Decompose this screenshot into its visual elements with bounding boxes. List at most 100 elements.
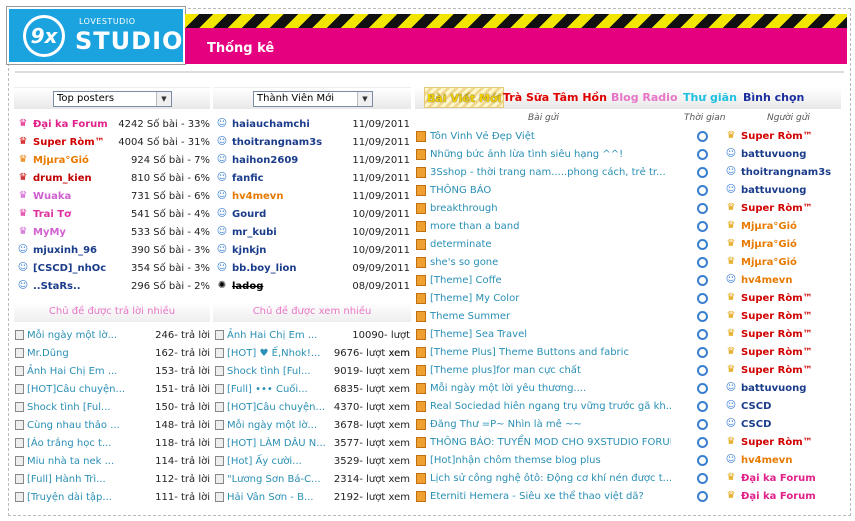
author-name[interactable]: Super Ròm™: [741, 203, 813, 214]
clock-icon[interactable]: [697, 275, 708, 286]
author-name[interactable]: CSCD: [741, 419, 771, 430]
post-title[interactable]: THÔNG BÁO: [430, 185, 491, 196]
member-row[interactable]: ☺ mr_kubi: [215, 224, 350, 242]
post-title[interactable]: [Theme] My Color: [430, 293, 519, 304]
replied-topic[interactable]: [Full] Hành Trì...: [27, 474, 106, 485]
post-row[interactable]: Eterniti Hemera - Siêu xe thể thao việt …: [416, 488, 671, 506]
member-name[interactable]: Gourd: [232, 209, 266, 220]
poster-name[interactable]: [CSCD]_nhOc: [33, 263, 106, 274]
member-name[interactable]: bb.boy_lion: [232, 263, 297, 274]
replied-row[interactable]: [Truyện dài tập...: [15, 489, 155, 507]
viewed-topic[interactable]: [HOT]Câu chuyện...: [227, 402, 325, 413]
viewed-row[interactable]: [HOT] LÀM DÂU N...: [215, 435, 330, 453]
post-author[interactable]: ♛ Đại ka Forum: [724, 470, 842, 488]
replied-topic[interactable]: Miu nhà ta nek ...: [27, 456, 114, 467]
member-name[interactable]: haihon2609: [232, 155, 298, 166]
replied-topic[interactable]: Ảnh Hai Chị Em ...: [27, 366, 117, 377]
author-name[interactable]: thoitrangnam3s: [741, 167, 831, 178]
post-row[interactable]: [Theme plus]for man cực chất: [416, 362, 671, 380]
post-title[interactable]: Eterniti Hemera - Siêu xe thể thao việt …: [430, 491, 644, 502]
member-name[interactable]: haiauchamchi: [232, 119, 310, 130]
member-row[interactable]: ☺ hv4mevn: [215, 188, 350, 206]
post-title[interactable]: Theme Summer: [430, 311, 510, 322]
tab-item[interactable]: Trà Sữa Tâm Hồn: [503, 87, 607, 109]
member-row[interactable]: ☺ fanfic: [215, 170, 350, 188]
replied-row[interactable]: [Full] Hành Trì...: [15, 471, 155, 489]
viewed-topic[interactable]: Ảnh Hai Chị Em ...: [227, 330, 317, 341]
post-title[interactable]: [Hot]nhận chôm themse blog plus: [430, 455, 601, 466]
tab-item[interactable]: Blog Radio: [611, 87, 678, 109]
author-name[interactable]: hv4mevn: [741, 275, 792, 286]
clock-icon[interactable]: [697, 401, 708, 412]
clock-icon[interactable]: [697, 185, 708, 196]
post-title[interactable]: [Theme Plus] Theme Buttons and fabric: [430, 347, 629, 358]
poster-row[interactable]: ♛ MyMy: [16, 224, 128, 242]
post-author[interactable]: ♛ Super Ròm™: [724, 200, 842, 218]
post-row[interactable]: Mỗi ngày một lời yêu thương....: [416, 380, 671, 398]
post-author[interactable]: ☺ CSCD: [724, 398, 842, 416]
post-row[interactable]: breakthrough: [416, 200, 671, 218]
viewed-topic[interactable]: [Full] ••• Cuối...: [227, 384, 308, 395]
clock-icon[interactable]: [697, 383, 708, 394]
author-name[interactable]: battuvuong: [741, 383, 806, 394]
post-row[interactable]: more than a band: [416, 218, 671, 236]
post-author[interactable]: ♛ Super Ròm™: [724, 128, 842, 146]
replied-row[interactable]: Mr.Dũng: [15, 345, 155, 363]
clock-icon[interactable]: [697, 437, 708, 448]
viewed-row[interactable]: Mỗi ngày một lờ...: [215, 417, 330, 435]
poster-name[interactable]: Đại ka Forum: [33, 119, 108, 130]
author-name[interactable]: Super Ròm™: [741, 293, 813, 304]
clock-icon[interactable]: [697, 293, 708, 304]
replied-topic[interactable]: [HOT]Câu chuyện...: [27, 384, 125, 395]
clock-icon[interactable]: [697, 257, 708, 268]
viewed-topic[interactable]: Mỗi ngày một lờ...: [227, 420, 317, 431]
post-row[interactable]: [Hot]nhận chôm themse blog plus: [416, 452, 671, 470]
tab-item[interactable]: Bài Viết Mới: [424, 87, 505, 108]
viewed-row[interactable]: [HOT]Câu chuyện...: [215, 399, 330, 417]
member-name[interactable]: thoitrangnam3s: [232, 137, 322, 148]
post-author[interactable]: ☺ battuvuong: [724, 182, 842, 200]
poster-name[interactable]: Super Ròm™: [33, 137, 105, 148]
post-row[interactable]: 3Sshop - thời trang nam.....phong cách, …: [416, 164, 671, 182]
post-title[interactable]: 3Sshop - thời trang nam.....phong cách, …: [430, 167, 666, 178]
replied-topic[interactable]: Shock tình [Ful...: [27, 402, 111, 413]
post-author[interactable]: ♛ Super Ròm™: [724, 308, 842, 326]
post-author[interactable]: ♛ Super Ròm™: [724, 362, 842, 380]
clock-icon[interactable]: [697, 329, 708, 340]
poster-row[interactable]: ♛ Mjµra°Gió: [16, 152, 128, 170]
viewed-row[interactable]: Hải Vân Sơn - B...: [215, 489, 330, 507]
viewed-topic[interactable]: "Lương Sơn Bá-C...: [227, 474, 321, 485]
post-title[interactable]: [Theme plus]for man cực chất: [430, 365, 581, 376]
post-row[interactable]: THÔNG BÁO: TUYỂN MOD CHO 9XSTUDIO FORUM: [416, 434, 671, 452]
viewed-row[interactable]: [Full] ••• Cuối...: [215, 381, 330, 399]
post-row[interactable]: determinate: [416, 236, 671, 254]
clock-icon[interactable]: [697, 149, 708, 160]
clock-icon[interactable]: [697, 491, 708, 502]
post-row[interactable]: [Theme] My Color: [416, 290, 671, 308]
poster-name[interactable]: ..StaRs..: [33, 281, 81, 292]
poster-row[interactable]: ☺ mjuxinh_96: [16, 242, 128, 260]
post-row[interactable]: THÔNG BÁO: [416, 182, 671, 200]
replied-row[interactable]: [HOT]Câu chuyện...: [15, 381, 155, 399]
post-title[interactable]: more than a band: [430, 221, 519, 232]
post-author[interactable]: ☺ battuvuong: [724, 380, 842, 398]
members-select[interactable]: Thành Viên Mới ▼: [253, 91, 373, 107]
post-row[interactable]: Real Sociedad hiên ngang trụ vững trước …: [416, 398, 671, 416]
poster-name[interactable]: mjuxinh_96: [33, 245, 97, 256]
post-row[interactable]: [Theme] Sea Travel: [416, 326, 671, 344]
site-logo[interactable]: 9x LOVESTUDIO STUDIO: [7, 7, 185, 64]
viewed-topic[interactable]: Hải Vân Sơn - B...: [227, 492, 313, 503]
poster-row[interactable]: ♛ Đại ka Forum: [16, 116, 128, 134]
replied-topic[interactable]: Cùng nhau thảo ...: [27, 420, 120, 431]
post-title[interactable]: she's so gone: [430, 257, 498, 268]
post-title[interactable]: [Theme] Coffe: [430, 275, 502, 286]
author-name[interactable]: CSCD: [741, 401, 771, 412]
poster-row[interactable]: ☺ ..StaRs..: [16, 278, 128, 296]
viewed-row[interactable]: Shock tình [Ful...: [215, 363, 330, 381]
viewed-topic[interactable]: Shock tình [Ful...: [227, 366, 311, 377]
post-title[interactable]: Tôn Vinh Vẻ Đẹp Việt: [430, 131, 535, 142]
author-name[interactable]: Super Ròm™: [741, 329, 813, 340]
post-title[interactable]: Những bức ảnh lừa tình siêu hạng ^^!: [430, 149, 623, 160]
post-title[interactable]: breakthrough: [430, 203, 498, 214]
post-author[interactable]: ☺ thoitrangnam3s: [724, 164, 842, 182]
